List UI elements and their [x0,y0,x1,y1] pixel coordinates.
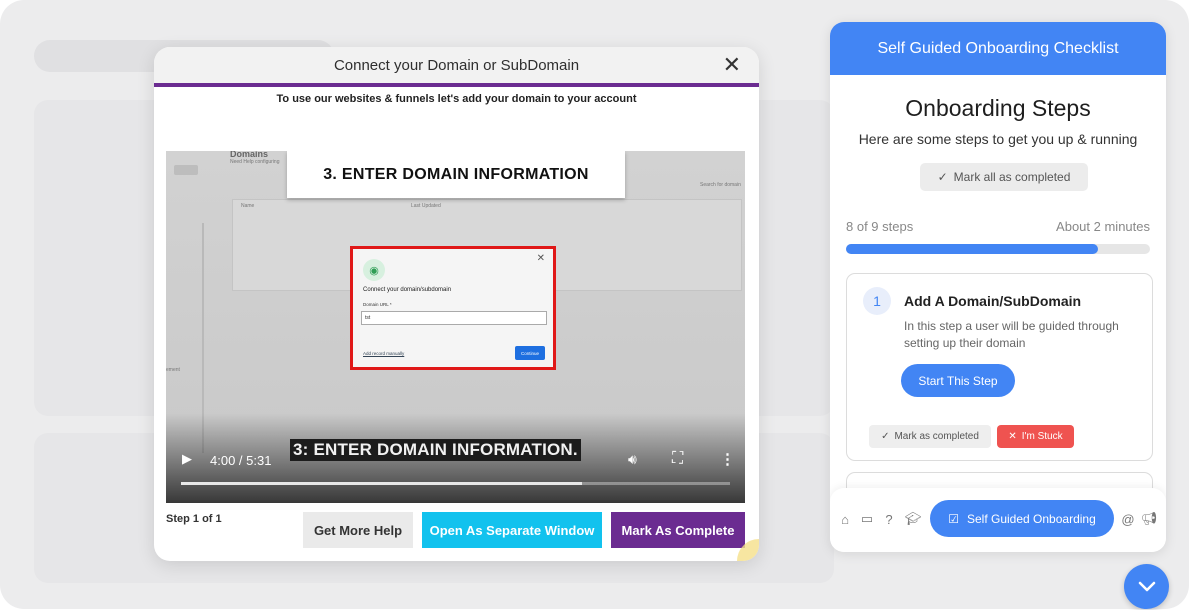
volume-icon[interactable]: 🔊︎ [628,451,637,468]
video-progress-bar[interactable] [181,482,730,485]
mark-all-completed-button[interactable]: ✓ Mark all as completed [920,163,1088,191]
onboarding-progress-fill [846,244,1099,254]
home-icon[interactable]: ⌂ [837,511,853,527]
modal-subtitle: To use our websites & funnels let's add … [276,93,637,105]
video-bg-search: Search for domain [700,182,741,188]
panel-subheading: Here are some steps to get you up & runn… [858,131,1138,147]
close-icon: ✕ [536,253,545,264]
video-bg-side-text: ement [166,367,180,373]
video-bg-col-name: Name [241,203,255,209]
step-card: 1 Add A Domain/SubDomain In this step a … [846,273,1153,461]
collapse-panel-button[interactable] [1124,564,1169,609]
video-controls: ▶ 4:00 / 5:31 🔊︎ ⛶ ⋮ [166,450,745,471]
mark-step-label: Mark as completed [894,431,979,442]
connect-domain-modal: Connect your Domain or SubDomain ✕ To us… [154,47,759,561]
at-sign-icon[interactable]: @ [1120,511,1136,527]
open-separate-window-button[interactable]: Open As Separate Window [422,512,602,548]
video-dialog-link: Add record manually [363,351,405,356]
time-estimate: About 2 minutes [1056,219,1150,234]
x-icon: ✕ [1008,431,1017,442]
step-indicator: Step 1 of 1 [166,513,222,525]
self-guided-onboarding-tab[interactable]: ☑ Self Guided Onboarding [930,500,1114,537]
video-dialog-input: tst [361,311,547,325]
mark-step-completed-button[interactable]: ✓ Mark as completed [869,425,991,448]
video-bg-heading: Domains [230,151,269,159]
video-bg-help: Need Help configuring [230,159,280,165]
onboarding-checklist-panel: Self Guided Onboarding Checklist Onboard… [830,22,1166,552]
start-step-button[interactable]: Start This Step [901,364,1015,397]
video-title-card: 3. ENTER DOMAIN INFORMATION [287,151,625,198]
help-icon[interactable]: ? [881,511,897,527]
panel-heading: Onboarding Steps [905,95,1091,121]
video-bg-col-updated: Last Updated [411,203,441,209]
video-dialog-label: Domain URL * [363,302,392,307]
get-more-help-button[interactable]: Get More Help [303,512,413,548]
panel-header: Self Guided Onboarding Checklist [830,22,1166,75]
step-number: 1 [863,287,891,315]
play-icon[interactable]: ▶ [182,451,192,467]
more-options-icon[interactable]: ⋮ [720,450,735,468]
video-dialog-title: Connect your domain/subdomain [363,287,452,293]
fullscreen-icon[interactable]: ⛶ [672,450,683,468]
graduation-cap-icon[interactable]: 🎓︎ [905,511,922,527]
modal-title: Connect your Domain or SubDomain [333,56,580,74]
progress-summary: 8 of 9 steps About 2 minutes [846,219,1150,234]
onboarding-progress-bar [846,244,1150,254]
video-bg-badge [174,165,198,175]
stuck-label: I'm Stuck [1021,431,1063,442]
self-guided-onboarding-label: Self Guided Onboarding [967,511,1096,526]
modal-header: Connect your Domain or SubDomain ✕ [154,47,759,87]
checklist-icon: ☑ [948,511,959,526]
mark-as-complete-button[interactable]: Mark As Complete [611,512,745,548]
video-domain-dialog: ◉ ✕ Connect your domain/subdomain Domain… [350,246,556,370]
globe-icon: ◉ [363,259,385,281]
mark-all-label: Mark all as completed [953,170,1071,184]
step-description: In this step a user will be guided throu… [904,319,1119,350]
im-stuck-button[interactable]: ✕ I'm Stuck [997,425,1074,448]
panel-bottom-nav: ⌂ ▭ ? 🎓︎ ☑ Self Guided Onboarding @ 📢︎ [830,488,1166,552]
video-player[interactable]: Domains Need Help configuring Search for… [166,151,745,503]
step-title: Add A Domain/SubDomain [904,293,1082,309]
megaphone-icon[interactable]: 📢︎ [1141,511,1158,527]
check-icon: ✓ [937,170,948,184]
steps-count: 8 of 9 steps [846,219,914,234]
check-icon: ✓ [881,431,890,442]
video-progress-fill [181,482,582,485]
close-icon[interactable]: ✕ [723,53,741,77]
chevron-down-icon [1138,581,1155,591]
chat-icon[interactable]: ▭ [859,511,875,527]
video-dialog-continue: Continue [515,346,545,360]
video-time: 4:00 / 5:31 [210,453,272,468]
